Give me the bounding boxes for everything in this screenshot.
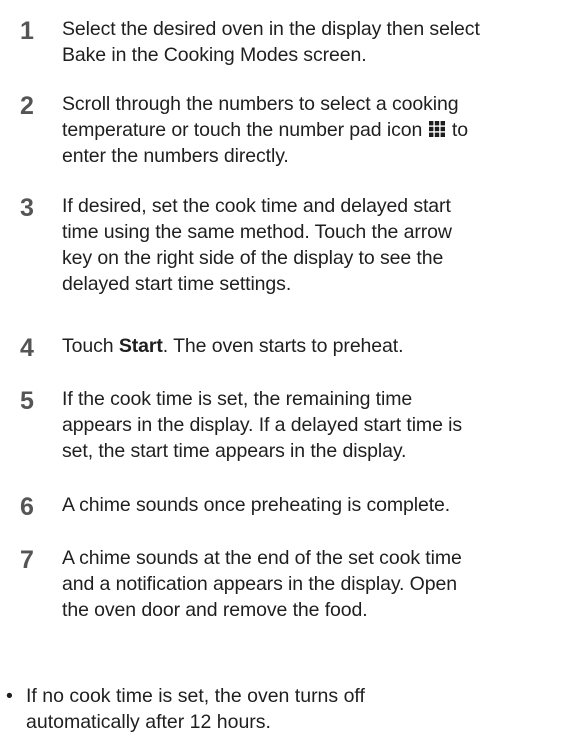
note-text-line: automatically after 12 hours. (26, 711, 271, 733)
step-number: 6 (20, 493, 34, 521)
step-text-line: time using the same method. Touch the ar… (62, 221, 452, 243)
step-text-line: Select the desired oven in the display t… (62, 18, 480, 40)
step-text-line: A chime sounds at the end of the set coo… (62, 547, 462, 569)
step-text: If the cook time is set, the remaining t… (62, 386, 581, 464)
step-text-line: delayed start time settings. (62, 273, 292, 295)
step-text: Select the desired oven in the display t… (62, 16, 581, 68)
step-text: Scroll through the numbers to select a c… (62, 91, 581, 169)
step-text-line: enter the numbers directly. (62, 145, 289, 167)
step-text: A chime sounds once preheating is comple… (62, 492, 581, 518)
step-number: 1 (20, 17, 34, 45)
step-number: 3 (20, 194, 34, 222)
step-text-line: A chime sounds once preheating is comple… (62, 494, 451, 516)
step-text-line: If the cook time is set, the remaining t… (62, 388, 413, 410)
step-text-line: Bake in the Cooking Modes screen. (62, 44, 367, 66)
step-number: 5 (20, 387, 34, 415)
step-text: A chime sounds at the end of the set coo… (62, 545, 581, 623)
step-text-line: appears in the display. If a delayed sta… (62, 414, 463, 436)
step-text-line: Touch Start. The oven starts to preheat. (62, 333, 581, 359)
number-pad-icon (428, 121, 445, 137)
step-text-line: temperature or touch the number pad icon… (62, 117, 581, 143)
step-text-line: Scroll through the numbers to select a c… (62, 93, 459, 115)
step-text: Touch Start. The oven starts to preheat. (62, 333, 581, 359)
start-keyword: Start (118, 335, 163, 357)
step-text-segment: temperature or touch the number pad icon (62, 119, 423, 141)
bullet-marker: • (6, 685, 13, 707)
step-text-segment: to (451, 119, 468, 141)
step-text-line: If desired, set the cook time and delaye… (62, 195, 451, 217)
step-text-line: key on the right side of the display to … (62, 247, 444, 269)
step-text-segment: Touch (62, 335, 119, 357)
step-text-segment: . The oven starts to preheat. (162, 335, 404, 357)
step-number: 2 (20, 92, 34, 120)
step-text: If desired, set the cook time and delaye… (62, 193, 581, 297)
note-text-line: If no cook time is set, the oven turns o… (26, 685, 365, 707)
step-number: 7 (20, 546, 34, 574)
note-text: If no cook time is set, the oven turns o… (26, 683, 576, 735)
step-text-line: and a notification appears in the displa… (62, 573, 457, 595)
step-text-line: the oven door and remove the food. (62, 599, 368, 621)
step-number: 4 (20, 334, 34, 362)
step-text-line: set, the start time appears in the displ… (62, 440, 407, 462)
